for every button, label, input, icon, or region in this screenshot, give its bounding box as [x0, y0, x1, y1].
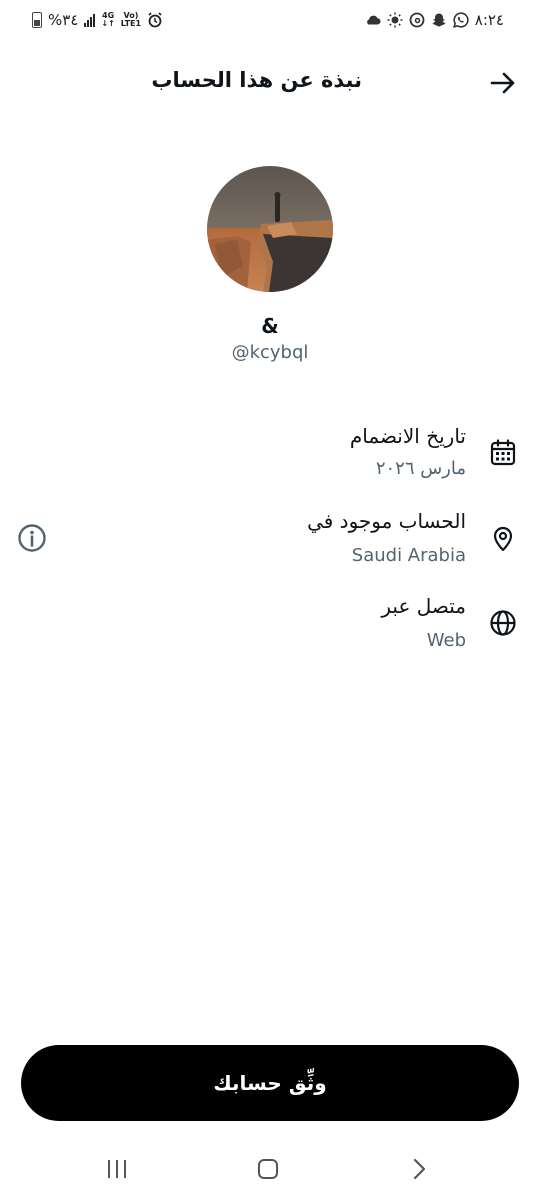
clock-time: ٨:٢٤: [474, 11, 504, 29]
joined-value: مارس ٢٠٢٦: [375, 458, 466, 479]
back-chevron-icon: [413, 1158, 426, 1180]
whatsapp-icon: [452, 12, 469, 28]
globe-icon: [488, 608, 518, 638]
info-row-location: الحساب موجود في Saudi Arabia: [0, 505, 540, 575]
volte-indicator: Vo) LTE1: [120, 11, 142, 28]
avatar[interactable]: [207, 166, 333, 292]
avatar-image: [207, 166, 333, 292]
calendar-icon: [488, 438, 518, 468]
alarm-icon: [147, 12, 163, 28]
battery-icon: [32, 12, 42, 28]
location-label: الحساب موجود في: [307, 509, 466, 533]
location-value: Saudi Arabia: [351, 545, 466, 566]
location-pin-icon: [488, 523, 518, 553]
info-row-joined: تاريخ الانضمام مارس ٢٠٢٦: [0, 420, 540, 490]
signal-icon: [84, 13, 96, 27]
nav-recents-button[interactable]: [102, 1156, 132, 1182]
connected-value: Web: [426, 630, 466, 651]
network-4g: 4G ↓↑: [101, 11, 115, 28]
verify-account-label: وثِّق حسابك: [213, 1071, 327, 1095]
display-name: &: [261, 314, 279, 338]
back-button[interactable]: [488, 68, 518, 98]
cloud-icon: [365, 12, 381, 28]
status-left: %٣٤ 4G ↓↑ Vo) LTE1: [32, 10, 163, 30]
location-info-button[interactable]: [16, 522, 48, 554]
page-title: نبذة عن هذا الحساب: [151, 68, 362, 92]
brightness-icon: [387, 12, 403, 28]
status-right: ٨:٢٤: [365, 10, 504, 30]
page-header: نبذة عن هذا الحساب: [0, 58, 540, 106]
snapchat-icon: [431, 12, 447, 28]
status-bar: %٣٤ 4G ↓↑ Vo) LTE1 ٨:٢٤: [0, 0, 540, 40]
username-handle: @kcybql: [231, 342, 309, 363]
battery-percent: %٣٤: [48, 11, 79, 29]
arrow-right-icon: [490, 72, 515, 94]
info-icon: [18, 524, 46, 552]
recents-icon: [108, 1160, 126, 1178]
verify-account-button[interactable]: وثِّق حسابك: [21, 1045, 519, 1121]
nav-back-button[interactable]: [404, 1156, 434, 1182]
nav-home-button[interactable]: [253, 1156, 283, 1182]
system-nav-bar: [0, 1140, 540, 1200]
home-icon: [258, 1159, 278, 1179]
info-row-connected: متصل عبر Web: [0, 590, 540, 660]
threads-icon: [409, 12, 425, 28]
joined-label: تاريخ الانضمام: [349, 424, 466, 448]
connected-label: متصل عبر: [381, 594, 466, 618]
